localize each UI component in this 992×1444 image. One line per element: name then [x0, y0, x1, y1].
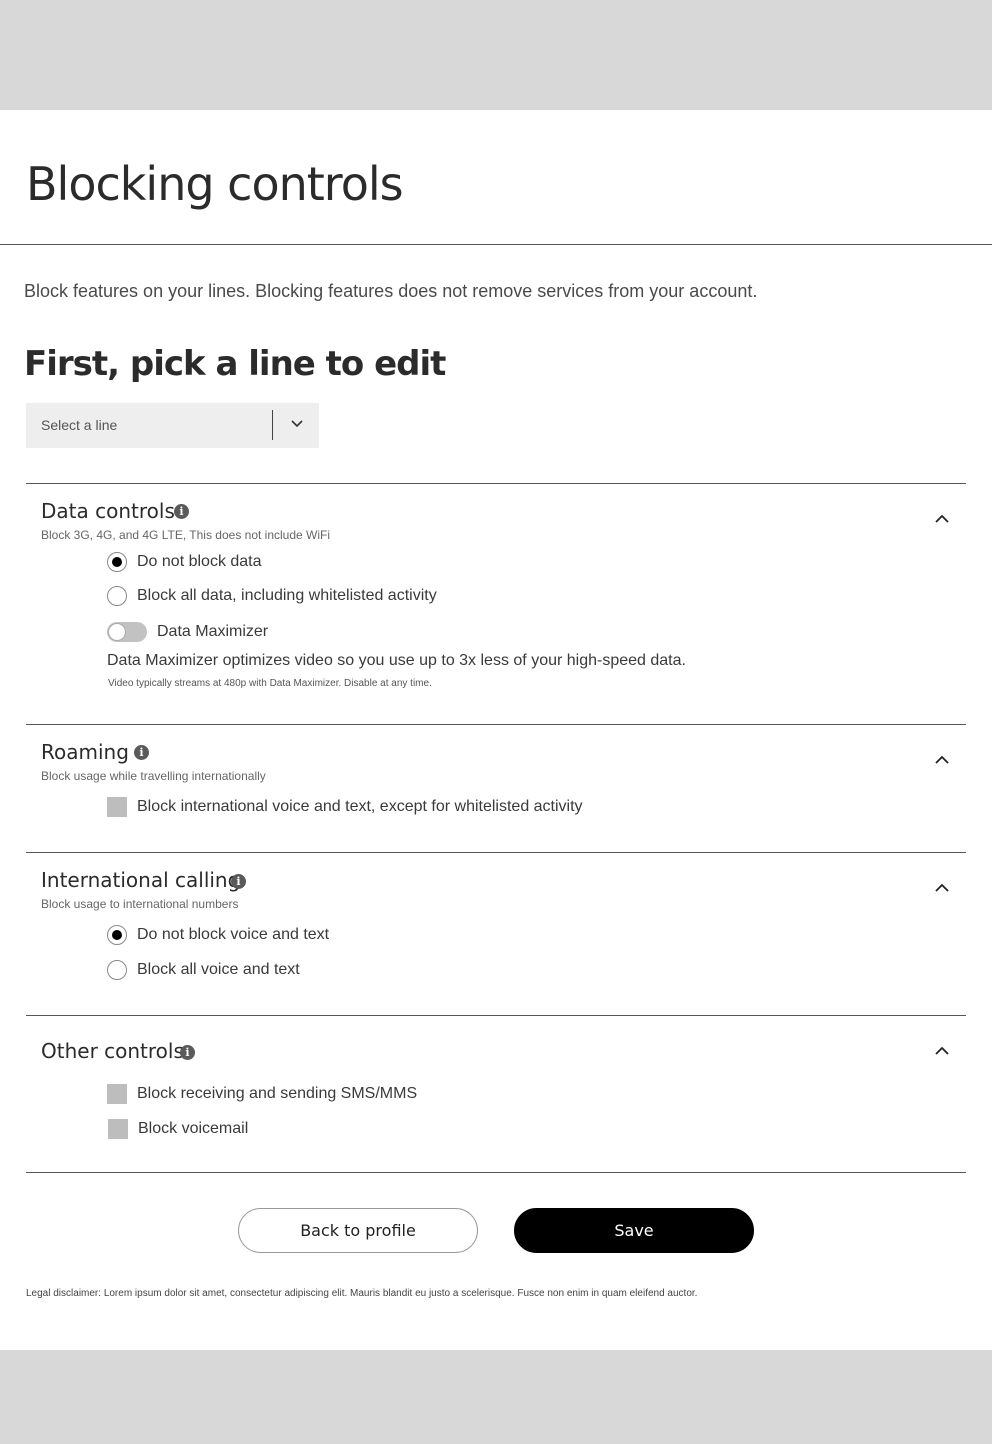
- save-button[interactable]: Save: [514, 1208, 754, 1253]
- info-icon[interactable]: i: [231, 874, 246, 889]
- top-band: [0, 0, 992, 110]
- radio-label: Do not block data: [137, 553, 262, 570]
- checkbox-block-international[interactable]: [107, 797, 127, 817]
- info-icon[interactable]: i: [174, 504, 189, 519]
- legal-disclaimer: Legal disclaimer: Lorem ipsum dolor sit …: [26, 1288, 698, 1299]
- chevron-down-icon: [291, 420, 303, 428]
- data-maximizer-toggle[interactable]: [107, 622, 147, 642]
- section-divider: [26, 724, 966, 725]
- chevron-up-icon[interactable]: [934, 754, 950, 766]
- radio-block-all-data[interactable]: [107, 586, 127, 606]
- intro-text: Block features on your lines. Blocking f…: [24, 281, 758, 301]
- checkbox-block-voicemail[interactable]: [108, 1119, 128, 1139]
- checkbox-block-sms[interactable]: [107, 1084, 127, 1104]
- line-select-label: Select a line: [41, 417, 118, 433]
- international-calling-subtitle: Block usage to international numbers: [41, 897, 239, 911]
- data-maximizer-description: Data Maximizer optimizes video so you us…: [107, 652, 686, 669]
- section-divider: [26, 483, 966, 484]
- back-to-profile-button[interactable]: Back to profile: [238, 1208, 478, 1253]
- pick-line-heading: First, pick a line to edit: [24, 344, 446, 384]
- radio-label: Do not block voice and text: [137, 926, 330, 943]
- international-calling-title: International calling: [41, 868, 241, 892]
- chevron-up-icon[interactable]: [934, 1045, 950, 1057]
- select-divider: [272, 410, 273, 440]
- radio-label: Block all data, including whitelisted ac…: [137, 587, 437, 604]
- radio-label: Block all voice and text: [137, 961, 300, 978]
- section-divider: [26, 1172, 966, 1173]
- title-divider: [0, 244, 992, 245]
- radio-do-not-block-data[interactable]: [107, 552, 127, 572]
- data-controls-title: Data controls: [41, 499, 175, 523]
- section-divider: [26, 852, 966, 853]
- radio-block-all-voice[interactable]: [107, 960, 127, 980]
- data-controls-subtitle: Block 3G, 4G, and 4G LTE, This does not …: [41, 528, 331, 542]
- chevron-up-icon[interactable]: [934, 882, 950, 894]
- info-icon[interactable]: i: [180, 1045, 195, 1060]
- section-divider: [26, 1015, 966, 1016]
- checkbox-label: Block international voice and text, exce…: [137, 798, 583, 815]
- checkbox-label: Block voicemail: [138, 1120, 249, 1137]
- data-maximizer-label: Data Maximizer: [157, 623, 269, 640]
- roaming-title: Roaming: [41, 740, 129, 764]
- page-title: Blocking controls: [26, 157, 404, 211]
- chevron-up-icon[interactable]: [934, 513, 950, 525]
- radio-do-not-block-voice[interactable]: [107, 925, 127, 945]
- bottom-band: [0, 1350, 992, 1444]
- info-icon[interactable]: i: [134, 745, 149, 760]
- data-maximizer-note: Video typically streams at 480p with Dat…: [108, 678, 432, 689]
- other-controls-title: Other controls: [41, 1039, 184, 1063]
- line-select[interactable]: Select a line: [26, 403, 319, 448]
- roaming-subtitle: Block usage while travelling internation…: [41, 769, 266, 783]
- checkbox-label: Block receiving and sending SMS/MMS: [137, 1085, 418, 1102]
- toggle-knob: [108, 623, 126, 641]
